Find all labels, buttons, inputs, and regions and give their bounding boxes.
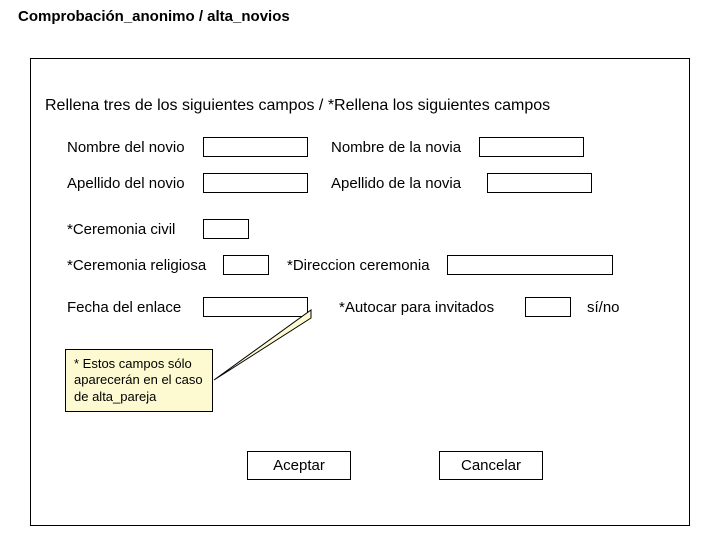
label-fecha-enlace: Fecha del enlace <box>67 299 181 316</box>
field-nombre-novio[interactable] <box>203 137 308 157</box>
field-nombre-novia[interactable] <box>479 137 584 157</box>
cancel-button[interactable]: Cancelar <box>439 451 543 480</box>
label-apellido-novia: Apellido de la novia <box>331 175 461 192</box>
field-autocar-invitados[interactable] <box>525 297 571 317</box>
field-fecha-enlace[interactable] <box>203 297 308 317</box>
breadcrumb: Comprobación_anonimo / alta_novios <box>18 8 290 25</box>
label-apellido-novio: Apellido del novio <box>67 175 185 192</box>
field-ceremonia-civil[interactable] <box>203 219 249 239</box>
field-apellido-novio[interactable] <box>203 173 308 193</box>
label-nombre-novia: Nombre de la novia <box>331 139 461 156</box>
label-autocar-invitados: *Autocar para invitados <box>339 299 494 316</box>
field-ceremonia-religiosa[interactable] <box>223 255 269 275</box>
label-ceremonia-civil: *Ceremonia civil <box>67 221 175 238</box>
label-nombre-novio: Nombre del novio <box>67 139 185 156</box>
label-ceremonia-religiosa: *Ceremonia religiosa <box>67 257 206 274</box>
label-direccion-ceremonia: *Direccion ceremonia <box>287 257 430 274</box>
footnote-box: * Estos campos sólo aparecerán en el cas… <box>65 349 213 412</box>
field-apellido-novia[interactable] <box>487 173 592 193</box>
accept-button[interactable]: Aceptar <box>247 451 351 480</box>
label-si-no: sí/no <box>587 299 620 316</box>
form-heading: Rellena tres de los siguientes campos / … <box>45 97 550 115</box>
field-direccion-ceremonia[interactable] <box>447 255 613 275</box>
form-panel: Rellena tres de los siguientes campos / … <box>30 58 690 526</box>
